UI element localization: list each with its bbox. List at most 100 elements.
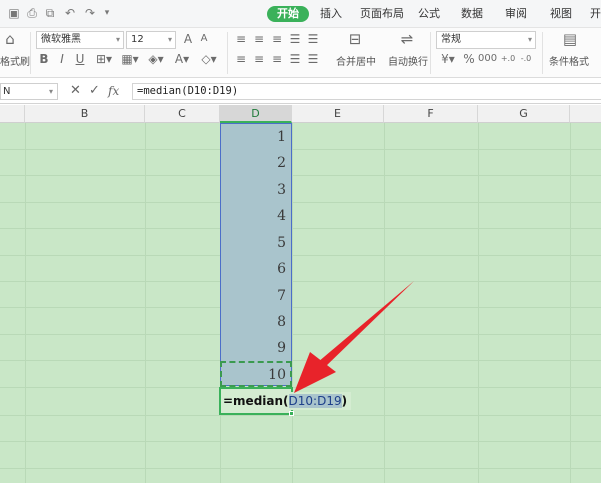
font-size-select[interactable]: 12 ▾ [126, 31, 176, 49]
grid-line [478, 123, 479, 483]
indent-decrease-icon[interactable]: ☰ [288, 32, 302, 46]
align-center-icon[interactable]: ≡ [252, 52, 266, 66]
bold-icon[interactable]: B [38, 52, 50, 66]
conditional-format-button[interactable]: 条件格式 [549, 53, 589, 68]
ribbon-divider [30, 32, 31, 74]
border-icon[interactable]: ⊞▾ [94, 52, 114, 66]
menu-bar: ▣ ⎙ ⧉ ↶ ↷ ▾ 开始 插入 页面布局 公式 数据 审阅 视图 开发 [0, 0, 601, 28]
merge-center-button[interactable]: 合并居中 [336, 53, 376, 68]
print-preview-icon[interactable]: ⧉ [42, 5, 58, 21]
chevron-down-icon: ▾ [48, 87, 53, 96]
merge-center-icon[interactable]: ⊟ [345, 32, 365, 47]
column-header-next[interactable] [570, 105, 601, 123]
align-bottom-icon[interactable]: ≡ [270, 32, 284, 46]
format-painter-icon[interactable]: ⌂ [2, 32, 18, 47]
grid-line [0, 441, 601, 442]
distribute-icon[interactable]: ☰ [306, 52, 320, 66]
column-header-b[interactable]: B [25, 105, 145, 123]
decrease-decimal-icon[interactable]: -.0 [518, 52, 534, 66]
cell-d12[interactable]: 3 [220, 177, 290, 203]
redo-icon[interactable]: ↷ [82, 5, 98, 21]
cell-d13[interactable]: 4 [220, 203, 290, 229]
grid-line [145, 123, 146, 483]
column-header-f[interactable]: F [384, 105, 478, 123]
fill-color-icon[interactable]: ◈▾ [146, 52, 166, 66]
cell-d10[interactable]: 1 [220, 124, 290, 150]
formula-input[interactable]: =median(D10:D19) [132, 83, 601, 100]
align-middle-icon[interactable]: ≡ [252, 32, 266, 46]
format-painter-label[interactable]: 格式刷 [0, 53, 30, 68]
tab-page-layout[interactable]: 页面布局 [360, 6, 404, 22]
name-box[interactable]: N ▾ [0, 83, 58, 100]
tab-data[interactable]: 数据 [461, 6, 483, 22]
indent-increase-icon[interactable]: ☰ [306, 32, 320, 46]
tab-view[interactable]: 视图 [550, 6, 572, 22]
grid-line [0, 228, 601, 229]
increase-font-icon[interactable]: A [181, 32, 195, 46]
formula-bar: N ▾ ✕ ✓ fx =median(D10:D19) [0, 78, 601, 104]
grid-line [0, 468, 601, 469]
clear-format-icon[interactable]: ◇▾ [198, 52, 220, 66]
align-right-icon[interactable]: ≡ [270, 52, 284, 66]
cell-d15[interactable]: 6 [220, 256, 290, 282]
name-box-value: N [3, 86, 11, 97]
cell-d19[interactable]: 10 [220, 362, 290, 388]
percent-icon[interactable]: % [462, 52, 476, 66]
justify-icon[interactable]: ☰ [288, 52, 302, 66]
font-name-select[interactable]: 微软雅黑 ▾ [36, 31, 124, 49]
insert-function-button[interactable]: fx [108, 83, 119, 99]
customize-dropdown-icon[interactable]: ▾ [99, 5, 115, 21]
grid-line [292, 123, 293, 483]
column-header-c[interactable]: C [145, 105, 220, 123]
cell-d14[interactable]: 5 [220, 230, 290, 256]
align-top-icon[interactable]: ≡ [234, 32, 248, 46]
grid-line [0, 334, 601, 335]
grid-line [0, 255, 601, 256]
conditional-format-icon[interactable]: ▤ [560, 32, 580, 47]
grid-line [0, 175, 601, 176]
wrap-text-icon[interactable]: ⇌ [397, 32, 417, 47]
font-color-icon[interactable]: A▾ [172, 52, 192, 66]
worksheet-grid[interactable] [0, 123, 601, 483]
number-format-select[interactable]: 常规 ▾ [436, 31, 536, 49]
undo-icon[interactable]: ↶ [62, 5, 78, 21]
edit-function: =median( [223, 394, 289, 408]
print-icon[interactable]: ⎙ [24, 5, 40, 21]
cell-d11[interactable]: 2 [220, 150, 290, 176]
align-left-icon[interactable]: ≡ [234, 52, 248, 66]
chevron-down-icon: ▾ [115, 35, 120, 44]
cell-d18[interactable]: 9 [220, 335, 290, 361]
fill-handle[interactable] [289, 411, 294, 416]
wrap-text-button[interactable]: 自动换行 [388, 53, 428, 68]
increase-decimal-icon[interactable]: +.0 [500, 52, 516, 66]
tab-insert[interactable]: 插入 [320, 6, 342, 22]
cell-d16[interactable]: 7 [220, 283, 290, 309]
ribbon-divider [542, 32, 543, 74]
edit-range-reference: D10:D19 [288, 394, 342, 408]
underline-icon[interactable]: U [74, 52, 86, 66]
ribbon: ⌂ 格式刷 微软雅黑 ▾ 12 ▾ A A B I U ⊞▾ ▦▾ ◈▾ A▾ ◇▾… [0, 28, 601, 78]
font-name-value: 微软雅黑 [41, 34, 81, 45]
column-header-g[interactable]: G [478, 105, 570, 123]
thousands-icon[interactable]: 000 [478, 52, 497, 66]
save-icon[interactable]: ▣ [6, 5, 22, 21]
grid-line [0, 360, 601, 361]
cell-d17[interactable]: 8 [220, 309, 290, 335]
tab-review[interactable]: 审阅 [505, 6, 527, 22]
chevron-down-icon: ▾ [527, 35, 532, 44]
confirm-icon[interactable]: ✓ [89, 83, 100, 99]
cell-edit-text[interactable]: =median(D10:D19) [223, 392, 352, 410]
tab-formulas[interactable]: 公式 [418, 6, 440, 22]
grid-line [0, 202, 601, 203]
italic-icon[interactable]: I [56, 52, 68, 66]
decrease-font-icon[interactable]: A [197, 32, 211, 46]
column-header-d[interactable]: D [220, 105, 292, 123]
cancel-icon[interactable]: ✕ [70, 83, 81, 99]
tab-home[interactable]: 开始 [267, 6, 309, 22]
tab-developer[interactable]: 开发 [590, 6, 601, 22]
currency-icon[interactable]: ¥▾ [438, 52, 458, 66]
column-header-e[interactable]: E [292, 105, 384, 123]
select-all-corner[interactable] [0, 105, 25, 123]
chevron-down-icon: ▾ [167, 35, 172, 44]
fill-style-icon[interactable]: ▦▾ [120, 52, 140, 66]
